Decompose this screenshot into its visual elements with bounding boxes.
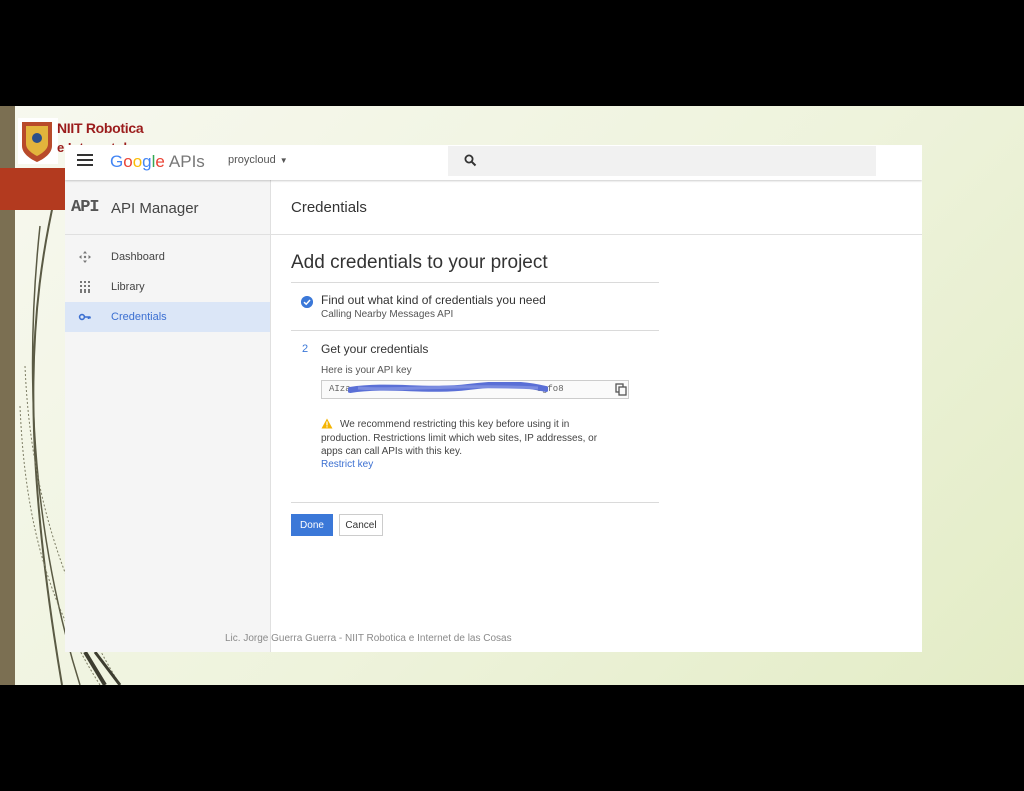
page-title: Credentials [291,199,367,216]
step2-number: 2 [302,343,309,355]
sidebar-item-label: Library [111,281,145,293]
sidebar-item-credentials[interactable]: Credentials [65,302,270,332]
check-circle-icon [301,296,313,308]
main-content: Credentials Add credentials to your proj… [271,180,922,652]
search-input[interactable] [448,146,876,176]
step1-subtitle: Calling Nearby Messages API [321,309,454,320]
content-header: Credentials [271,180,922,235]
sidebar-item-dashboard[interactable]: Dashboard [65,242,270,272]
api-logo: API [71,198,100,217]
project-selector[interactable]: proycloud ▼ [228,154,288,166]
sidebar-header: API API Manager [65,180,270,235]
dashboard-icon [79,251,91,263]
copy-icon[interactable] [615,383,627,396]
logo-title: NIIT Robotica [57,120,144,136]
project-name: proycloud [228,154,276,166]
chevron-down-icon: ▼ [279,156,288,165]
divider [291,330,659,331]
warning-text: We recommend restricting this key before… [321,419,598,457]
top-bar: Google APIs proycloud ▼ [65,145,922,180]
university-logo [18,118,58,164]
menu-icon[interactable] [77,154,93,168]
slide-footer: Lic. Jorge Guerra Guerra - NIIT Robotica… [225,633,512,644]
library-icon [80,281,90,293]
presentation-slide: NIIT Robotica e Internet de GoogleAPIs p… [0,106,1024,685]
divider [291,282,659,283]
google-apis-screenshot: Google APIs proycloud ▼ API API Manager Da… [65,145,922,652]
sidebar-item-label: Credentials [111,311,167,323]
redaction-scribble [348,382,548,393]
api-key-field[interactable]: AIza Sgfo8 [321,380,629,399]
restrict-key-link[interactable]: Restrict key [321,459,373,470]
cancel-button[interactable]: Cancel [339,514,383,536]
section-heading: Add credentials to your project [291,252,548,273]
slide-accent-block [0,168,65,210]
sidebar-item-label: Dashboard [111,251,165,263]
warning-icon [321,418,333,429]
key-icon [78,313,91,321]
step2-title: Get your credentials [321,342,429,356]
sidebar-item-library[interactable]: Library [65,272,270,302]
sidebar: API API Manager Dashboard Library Creden… [65,180,271,652]
search-icon [464,154,477,167]
done-button[interactable]: Done [291,514,333,536]
step1-title: Find out what kind of credentials you ne… [321,293,546,307]
google-apis-logo[interactable]: Google APIs [110,152,205,172]
sidebar-title: API Manager [111,200,199,217]
api-key-label: Here is your API key [321,365,412,376]
divider [291,502,659,503]
